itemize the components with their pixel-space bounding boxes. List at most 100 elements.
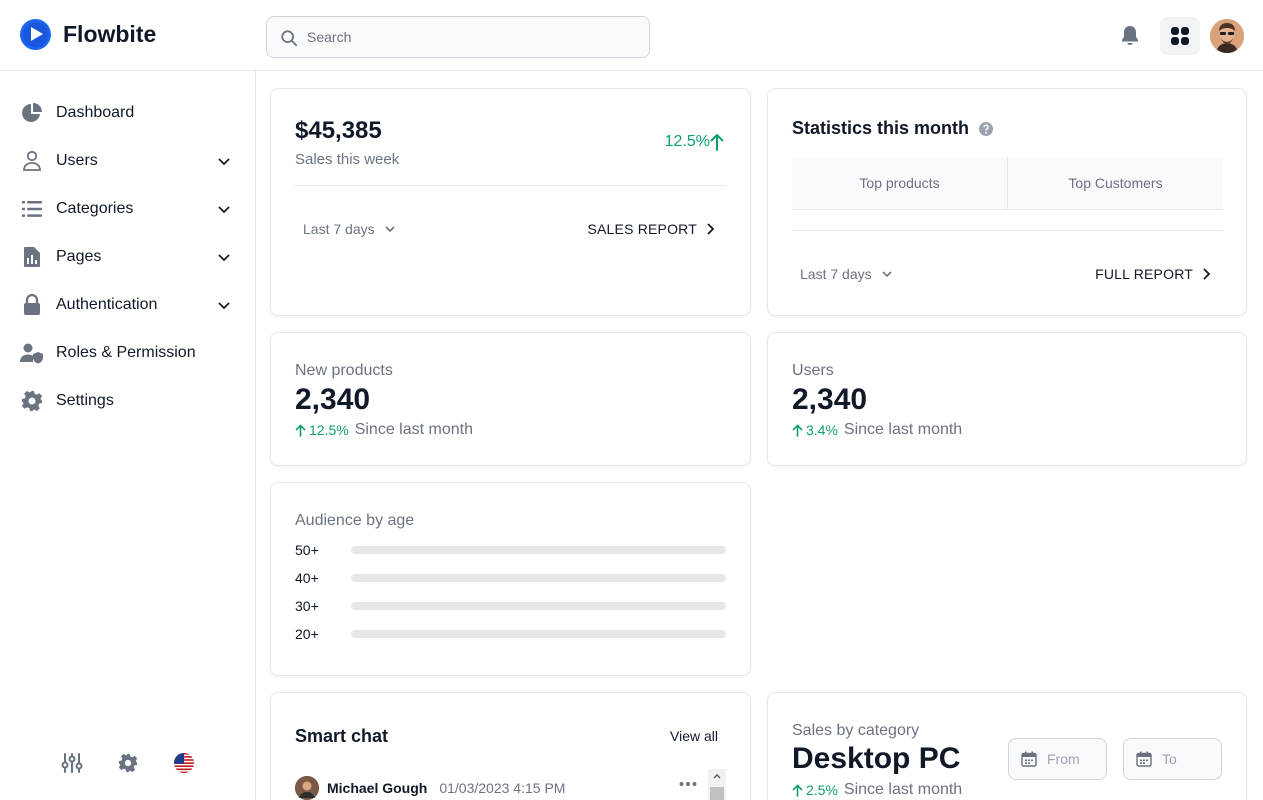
adjustments-icon xyxy=(61,753,83,773)
calendar-icon xyxy=(1136,751,1152,767)
kpi-since: Since last month xyxy=(843,421,963,438)
date-to-input[interactable]: To xyxy=(1123,738,1222,780)
sidebar-item-label: Users xyxy=(56,152,98,169)
sidebar-item-label: Authentication xyxy=(56,296,158,313)
more-dots-icon[interactable] xyxy=(679,781,697,787)
sidebar-footer xyxy=(0,746,256,780)
apps-button[interactable] xyxy=(1160,17,1200,55)
sales-amount: $45,385 xyxy=(295,117,382,144)
age-row: 30+ xyxy=(295,596,726,616)
chevron-down-icon xyxy=(218,158,230,166)
list-icon xyxy=(20,197,44,221)
audience-title: Audience by age xyxy=(295,512,415,529)
chevron-right-icon xyxy=(707,223,714,235)
sidebar-item-dashboard[interactable]: Dashboard xyxy=(20,93,240,133)
age-row: 40+ xyxy=(295,568,726,588)
users-shield-icon xyxy=(20,341,44,365)
date-from-placeholder: From xyxy=(1047,751,1080,767)
chat-message-row[interactable]: Michael Gough 01/03/2023 4:15 PM xyxy=(295,775,726,800)
language-button[interactable] xyxy=(167,746,201,780)
chevron-down-icon xyxy=(218,206,230,214)
kpi-change-value: 3.4% xyxy=(806,422,838,438)
sidebar-item-label: Roles & Permission xyxy=(56,344,196,361)
age-row: 20+ xyxy=(295,624,726,644)
chat-title: Smart chat xyxy=(295,726,389,746)
age-bar-track xyxy=(351,574,726,582)
view-all-link[interactable]: View all xyxy=(670,728,718,744)
chat-scrollbar[interactable] xyxy=(708,769,726,800)
category-change: 2.5% Since last month xyxy=(792,781,962,799)
sales-report-link[interactable]: SALES REPORT xyxy=(587,221,714,237)
sidebar-item-label: Pages xyxy=(56,248,102,265)
settings-button[interactable] xyxy=(111,746,145,780)
kpi-change-badge: 12.5% xyxy=(295,422,349,438)
age-row: 50+ xyxy=(295,540,726,560)
question-circle-icon[interactable] xyxy=(979,121,994,136)
document-chart-icon xyxy=(20,245,44,269)
kpi-label: Users xyxy=(792,362,834,379)
brand-logo[interactable]: Flowbite xyxy=(20,19,156,50)
kpi-change-value: 12.5% xyxy=(309,422,349,438)
age-label: 20+ xyxy=(295,626,319,642)
scroll-up-arrow-icon[interactable] xyxy=(713,773,721,779)
sidebar-item-users[interactable]: Users xyxy=(20,141,240,181)
sidebar-item-label: Dashboard xyxy=(56,104,135,121)
arrow-up-icon xyxy=(792,423,803,437)
search-input[interactable] xyxy=(307,17,637,57)
age-label: 30+ xyxy=(295,598,319,614)
search-icon xyxy=(281,30,298,47)
flowbite-logo-icon xyxy=(20,19,51,50)
apps-grid-icon xyxy=(1171,27,1189,45)
sales-change-value: 12.5% xyxy=(664,133,710,150)
chevron-right-icon xyxy=(1203,268,1210,280)
chevron-down-icon xyxy=(218,254,230,262)
bell-icon xyxy=(1122,26,1138,46)
age-bar-track xyxy=(351,546,726,554)
statistics-card: Statistics this month Top products Top C… xyxy=(767,88,1247,316)
sidebar-item-roles-permission[interactable]: Roles & Permission xyxy=(20,333,240,373)
statistics-title-text: Statistics this month xyxy=(792,118,970,138)
statistics-tabs: Top products Top Customers xyxy=(792,157,1223,210)
us-flag-icon xyxy=(174,753,194,773)
notifications-button[interactable] xyxy=(1110,17,1150,55)
age-bar-track xyxy=(351,602,726,610)
full-report-link[interactable]: FULL REPORT xyxy=(1095,266,1210,282)
category-label: Sales by category xyxy=(792,722,920,739)
kpi-change-badge: 3.4% xyxy=(792,422,838,438)
tab-top-products[interactable]: Top products xyxy=(792,157,1007,209)
chevron-down-icon xyxy=(882,271,892,278)
age-label: 40+ xyxy=(295,570,319,586)
tab-top-customers[interactable]: Top Customers xyxy=(1007,157,1223,209)
avatar-image xyxy=(1210,19,1244,53)
user-avatar[interactable] xyxy=(1210,19,1244,53)
range-dropdown[interactable]: Last 7 days xyxy=(303,221,396,237)
brand-name: Flowbite xyxy=(63,21,157,47)
sales-change-badge: 12.5% xyxy=(665,133,724,151)
category-change-badge: 2.5% xyxy=(792,782,838,798)
sidebar-item-categories[interactable]: Categories xyxy=(20,189,240,229)
sidebar: Dashboard Users Categories Pages Authent… xyxy=(0,71,256,800)
date-from-input[interactable]: From xyxy=(1008,738,1107,780)
navbar-actions xyxy=(1110,17,1244,55)
users-card: Users 2,340 3.4% Since last month xyxy=(767,332,1247,466)
scrollbar-thumb[interactable] xyxy=(710,787,724,800)
kpi-change: 3.4% Since last month xyxy=(792,421,962,439)
chevron-down-icon xyxy=(385,226,395,233)
user-icon xyxy=(20,149,44,173)
sidebar-item-authentication[interactable]: Authentication xyxy=(20,285,240,325)
sidebar-item-pages[interactable]: Pages xyxy=(20,237,240,277)
adjustments-button[interactable] xyxy=(55,746,89,780)
category-value: Desktop PC xyxy=(792,742,961,775)
chevron-down-icon xyxy=(218,302,230,310)
calendar-icon xyxy=(1021,751,1037,767)
category-since: Since last month xyxy=(843,781,963,798)
chart-pie-icon xyxy=(20,101,44,125)
sales-subtitle: Sales this week xyxy=(295,151,400,168)
search-box[interactable] xyxy=(266,16,650,58)
date-to-placeholder: To xyxy=(1162,751,1177,767)
divider xyxy=(792,230,1223,231)
range-dropdown[interactable]: Last 7 days xyxy=(800,266,893,282)
age-bar-track xyxy=(351,630,726,638)
sidebar-item-settings[interactable]: Settings xyxy=(20,381,240,421)
lock-icon xyxy=(20,293,44,317)
